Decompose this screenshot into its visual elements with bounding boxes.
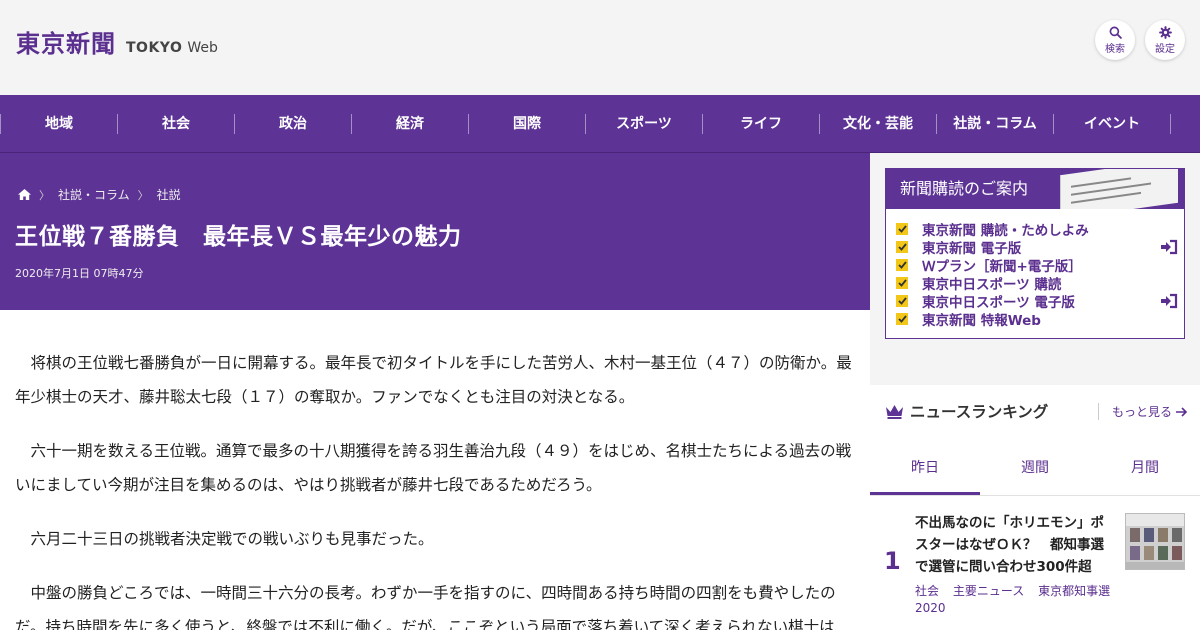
link-chunichi-sports-subscribe[interactable]: 東京中日スポーツ 購読: [922, 273, 1061, 293]
search-label: 検索: [1105, 43, 1125, 55]
main-nav: 地域 社会 政治 経済 国際 スポーツ ライフ 文化・芸能 社説・コラム イベン…: [0, 95, 1200, 153]
subscription-link-row[interactable]: 東京新聞 購読・ためしよみ: [896, 219, 1184, 239]
ranking-more-text: もっと見る: [1112, 405, 1173, 419]
site-logo[interactable]: 東京新聞 TOKYO Web: [16, 24, 218, 59]
ranking-thumbnail[interactable]: [1125, 513, 1185, 570]
subscription-link-row[interactable]: 東京中日スポーツ 電子版: [896, 291, 1184, 311]
subscription-links: 東京新聞 購読・ためしよみ 東京新聞 電子版 Ｗプラン［新聞+電子版］ 東京中日…: [886, 209, 1184, 329]
check-icon: [896, 241, 908, 253]
nav-item-politics[interactable]: 政治: [235, 95, 351, 153]
search-icon: [1109, 26, 1122, 39]
logo-tokyo-text: TOKYO: [126, 40, 183, 56]
ranking-more-link[interactable]: もっと見る: [1098, 403, 1188, 420]
nav-divider: [1170, 113, 1171, 134]
ranking-tabs: 昨日 週間 月間: [870, 443, 1200, 496]
breadcrumb-editorial[interactable]: 社説: [157, 186, 181, 203]
logo-main-text: 東京新聞: [16, 29, 116, 58]
breadcrumb-separator: 〉: [137, 188, 149, 202]
subscription-link-row[interactable]: 東京新聞 特報Web: [896, 309, 1184, 329]
nav-item-economy[interactable]: 経済: [352, 95, 468, 153]
subscription-heading-text: 新聞購読のご案内: [900, 179, 1029, 198]
breadcrumb-separator: 〉: [39, 188, 50, 202]
article-paragraph: 中盤の勝負どころでは、一時間三十六分の長考。わずか一手を指すのに、四時間ある持ち…: [15, 584, 836, 630]
tab-yesterday[interactable]: 昨日: [870, 443, 980, 495]
tab-monthly[interactable]: 月間: [1090, 443, 1200, 495]
breadcrumb: 〉 社説・コラム 〉 社説: [18, 186, 181, 203]
login-icon[interactable]: [1160, 293, 1178, 309]
article-header: 〉 社説・コラム 〉 社説 王位戦７番勝負 最年長ＶＳ最年少の魅力 2020年7…: [0, 153, 870, 310]
article-date: 2020年7月1日 07時47分: [15, 267, 144, 280]
home-icon[interactable]: [18, 189, 31, 200]
ranking-title: ニュースランキング: [910, 403, 1049, 421]
article-body: 将棋の王位戦七番勝負が一日に開幕する。最年長で初タイトルを手にした苦労人、木村一…: [0, 310, 870, 630]
article-paragraph: 六月二十三日の挑戦者決定戦での戦いぶりも見事だった。: [30, 530, 434, 548]
check-icon: [896, 259, 908, 271]
check-icon: [896, 313, 908, 325]
link-tokuho-web[interactable]: 東京新聞 特報Web: [922, 309, 1041, 329]
subscription-link-row[interactable]: Ｗプラン［新聞+電子版］: [896, 255, 1184, 275]
arrow-right-icon: [1176, 406, 1188, 417]
subscription-box: 新聞購読のご案内 東京新聞 購読・ためしよみ 東京新聞 電子版 Ｗプラン［新聞+…: [885, 168, 1185, 339]
nav-item-sports[interactable]: スポーツ: [586, 95, 702, 153]
article-paragraph: 六十一期を数える王位戦。通算で最多の十八期獲得を誇る羽生善治九段（４９）をはじめ…: [15, 442, 852, 494]
login-icon[interactable]: [1160, 239, 1178, 255]
nav-item-culture[interactable]: 文化・芸能: [820, 95, 936, 153]
ranking-item-tags: 社会 主要ニュース 東京都知事選2020: [915, 583, 1120, 617]
link-chunichi-sports-digital[interactable]: 東京中日スポーツ 電子版: [922, 291, 1075, 311]
news-ranking: ニュースランキング もっと見る 昨日 週間 月間 1 不出馬なのに「ホリエモン」…: [870, 385, 1200, 630]
search-button[interactable]: 検索: [1095, 20, 1135, 60]
breadcrumb-editorial-column[interactable]: 社説・コラム: [58, 186, 130, 203]
newspaper-image: [1060, 169, 1178, 209]
ranking-heading: ニュースランキング: [885, 400, 1048, 422]
crown-icon: [886, 404, 903, 419]
tag-main-news[interactable]: 主要ニュース: [953, 584, 1024, 598]
ranking-item-title[interactable]: 不出馬なのに「ホリエモン」ポスターはなぜＯＫ？ 都知事選で選管に問い合わせ300…: [915, 512, 1115, 578]
tag-society[interactable]: 社会: [915, 584, 939, 598]
article-paragraph: 将棋の王位戦七番勝負が一日に開幕する。最年長で初タイトルを手にした苦労人、木村一…: [15, 354, 852, 406]
check-icon: [896, 295, 908, 307]
gear-icon: [1158, 25, 1172, 39]
tab-weekly[interactable]: 週間: [980, 443, 1090, 495]
nav-item-events[interactable]: イベント: [1054, 95, 1170, 153]
nav-item-life[interactable]: ライフ: [703, 95, 819, 153]
settings-label: 設定: [1155, 43, 1175, 55]
link-tokyo-subscribe[interactable]: 東京新聞 購読・ためしよみ: [922, 219, 1089, 239]
check-icon: [896, 223, 908, 235]
nav-item-international[interactable]: 国際: [469, 95, 585, 153]
nav-item-editorial[interactable]: 社説・コラム: [937, 95, 1053, 153]
subscription-link-row[interactable]: 東京中日スポーツ 購読: [896, 273, 1184, 293]
nav-item-region[interactable]: 地域: [1, 95, 117, 153]
site-header: 東京新聞 TOKYO Web 検索 設定: [0, 0, 1200, 95]
logo-web-text: Web: [187, 40, 218, 56]
settings-button[interactable]: 設定: [1145, 20, 1185, 60]
link-w-plan[interactable]: Ｗプラン［新聞+電子版］: [922, 255, 1082, 275]
ranking-number: 1: [884, 547, 901, 575]
nav-item-society[interactable]: 社会: [118, 95, 234, 153]
subscription-heading: 新聞購読のご案内: [886, 169, 1184, 209]
check-icon: [896, 277, 908, 289]
link-tokyo-digital[interactable]: 東京新聞 電子版: [922, 237, 1021, 257]
subscription-link-row[interactable]: 東京新聞 電子版: [896, 237, 1184, 257]
article-title: 王位戦７番勝負 最年長ＶＳ最年少の魅力: [15, 224, 462, 250]
